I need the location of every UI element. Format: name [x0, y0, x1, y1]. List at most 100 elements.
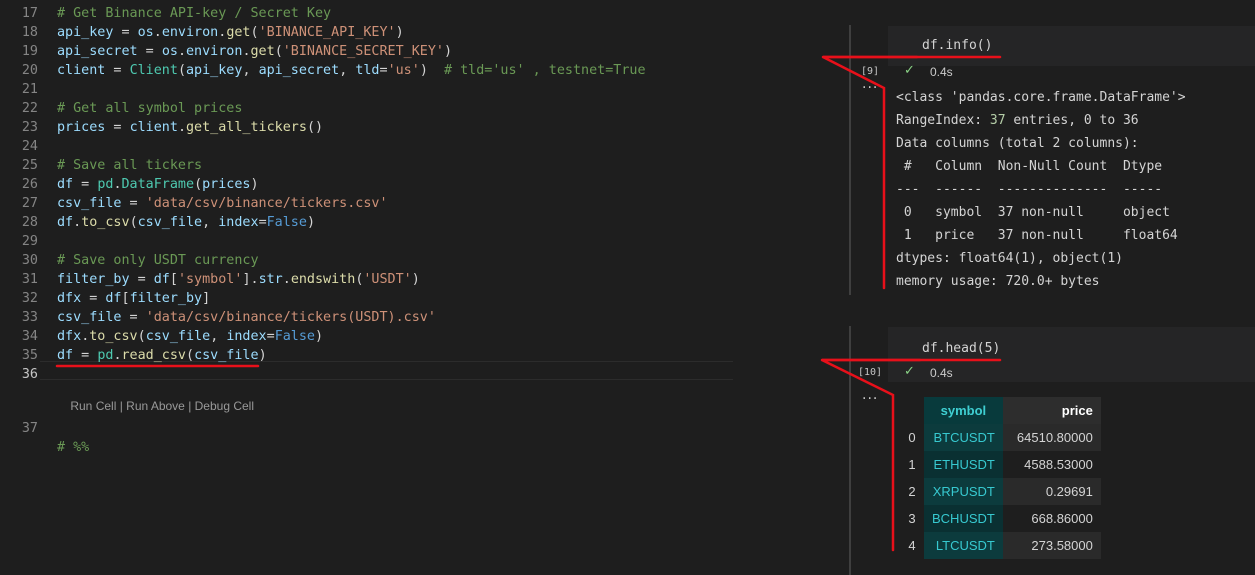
code-token: , [339, 63, 356, 78]
success-check-icon: ✓ [904, 364, 915, 379]
code-line-26[interactable]: 26 df = pd.DataFrame(prices) [0, 175, 733, 194]
code-token: tld [355, 63, 380, 78]
code-token: = [129, 272, 154, 287]
execution-time: 0.4s [930, 65, 953, 79]
output-more-icon[interactable]: ··· [862, 80, 878, 96]
dataframe-table: symbol price 0 BTCUSDT 64510.80000 1 ETHUSDT… [900, 397, 1101, 559]
code-line-24[interactable]: 24 [0, 137, 733, 156]
code-token: 'BINANCE_API_KEY' [258, 25, 396, 40]
code-token: ) [258, 348, 267, 363]
code-token: ) [250, 177, 259, 192]
code-line-29[interactable]: 29 [0, 232, 733, 251]
code-line-33[interactable]: 33 csv_file = 'data/csv/binance/tickers(U… [0, 308, 733, 327]
code-token: ( [137, 329, 146, 344]
code-text: csv_file = 'data/csv/binance/tickers(USD… [57, 308, 436, 327]
code-token: 'us' [387, 63, 420, 78]
line-number: 18 [21, 25, 38, 40]
code-token: # tld='us' , testnet=True [444, 63, 646, 78]
code-token: api_key [186, 63, 243, 78]
row-index: 0 [908, 430, 916, 445]
code-token: ( [129, 215, 138, 230]
code-token: dfx [57, 329, 82, 344]
price-cell: 0.29691 [1002, 478, 1101, 505]
line-number: 24 [21, 139, 38, 154]
code-text: dfx = df[filter_by] [57, 289, 210, 308]
code-token: csv_file [145, 329, 211, 344]
code-token: ( [250, 25, 259, 40]
editor-lower-area[interactable]: 37 # %% [0, 420, 733, 575]
line-number: 32 [21, 291, 38, 306]
code-token: . [113, 177, 122, 192]
code-text: api_key = os.environ.get('BINANCE_API_KE… [57, 23, 404, 42]
execution-count: [9] [861, 66, 880, 77]
code-token: 'data/csv/binance/tickers(USDT).csv' [145, 310, 436, 325]
code-token: [ [121, 291, 130, 306]
code-token: dfx [57, 291, 82, 306]
cell-code-info[interactable]: df.info() [922, 38, 992, 53]
row-index: 4 [908, 538, 916, 553]
code-token: () [306, 120, 324, 135]
code-token: api_key [57, 25, 114, 40]
code-line-32[interactable]: 32 dfx = df[filter_by] [0, 289, 733, 308]
code-token: pd [97, 177, 114, 192]
code-line-20[interactable]: 20 client = Client(api_key, api_secret, t… [0, 61, 733, 80]
code-text: # Save all tickers [57, 156, 202, 175]
code-line-17[interactable]: 17 # Get Binance API-key / Secret Key [0, 4, 733, 23]
code-text: filter_by = df['symbol'].str.endswith('U… [57, 270, 420, 289]
code-line-25[interactable]: 25 # Save all tickers [0, 156, 733, 175]
code-line-37[interactable]: 37 # %% [0, 400, 733, 455]
code-line-27[interactable]: 27 csv_file = 'data/csv/binance/tickers.c… [0, 194, 733, 213]
output-more-icon[interactable]: ··· [862, 391, 878, 407]
code-token: . [177, 120, 186, 135]
code-line-21[interactable]: 21 [0, 80, 733, 99]
cell-code-head[interactable]: df.head(5) [922, 341, 1000, 356]
code-token: api_secret [57, 44, 138, 59]
output-line: dtypes: float64(1), object(1) [896, 251, 1123, 266]
code-token: read_csv [121, 348, 187, 363]
output-line: # Column Non-Null Count Dtype [896, 159, 1178, 174]
code-token: ( [274, 44, 283, 59]
code-token: get [226, 25, 251, 40]
output-line: 0 symbol 37 non-null object [896, 205, 1178, 220]
code-token: DataFrame [121, 177, 195, 192]
line-number: 26 [21, 177, 38, 192]
price-cell: 668.86000 [1002, 505, 1101, 532]
code-token: ) [395, 25, 404, 40]
code-token: Client [129, 63, 178, 78]
code-token: . [177, 44, 186, 59]
code-token: . [73, 215, 82, 230]
code-editor[interactable]: 17 # Get Binance API-key / Secret Key 18 ap… [0, 0, 733, 420]
price-cell: 64510.80000 [1002, 424, 1101, 451]
code-line-30[interactable]: 30 # Save only USDT currency [0, 251, 733, 270]
code-line-19[interactable]: 19 api_secret = os.environ.get('BINANCE_S… [0, 42, 733, 61]
code-token: filter_by [57, 272, 130, 287]
code-line-31[interactable]: 31 filter_by = df['symbol'].str.endswith(… [0, 270, 733, 289]
code-line-34[interactable]: 34 dfx.to_csv(csv_file, index=False) [0, 327, 733, 346]
code-token: = [105, 63, 130, 78]
row-index: 2 [908, 484, 916, 499]
code-line-35[interactable]: 35 df = pd.read_csv(csv_file) [0, 346, 733, 365]
row-index: 1 [908, 457, 916, 472]
code-token: ( [177, 63, 186, 78]
price-header: price [1002, 397, 1101, 424]
cell-bracket[interactable] [849, 326, 851, 575]
code-line-28[interactable]: 28 df.to_csv(csv_file, index=False) [0, 213, 733, 232]
code-token: ] [202, 291, 211, 306]
cell-bracket[interactable] [849, 25, 851, 295]
code-token: csv_file [194, 348, 259, 363]
line-number: 31 [21, 272, 38, 287]
code-line-22[interactable]: 22 # Get all symbol prices [0, 99, 733, 118]
code-token: client [129, 120, 178, 135]
code-line-23[interactable]: 23 prices = client.get_all_tickers() [0, 118, 733, 137]
line-number: 28 [21, 215, 38, 230]
output-line: --- ------ -------------- ----- [896, 182, 1178, 197]
code-line-18[interactable]: 18 api_key = os.environ.get('BINANCE_API_… [0, 23, 733, 42]
code-token: = [379, 63, 388, 78]
code-token: False [266, 215, 307, 230]
code-token: . [153, 25, 162, 40]
code-token: 'data/csv/binance/tickers.csv' [145, 196, 388, 211]
output-line: RangeIndex: 37 entries, 0 to 36 [896, 113, 1139, 128]
symbol-cell: LTCUSDT [924, 532, 1003, 559]
code-token: = [266, 329, 275, 344]
code-token: [ [169, 272, 178, 287]
